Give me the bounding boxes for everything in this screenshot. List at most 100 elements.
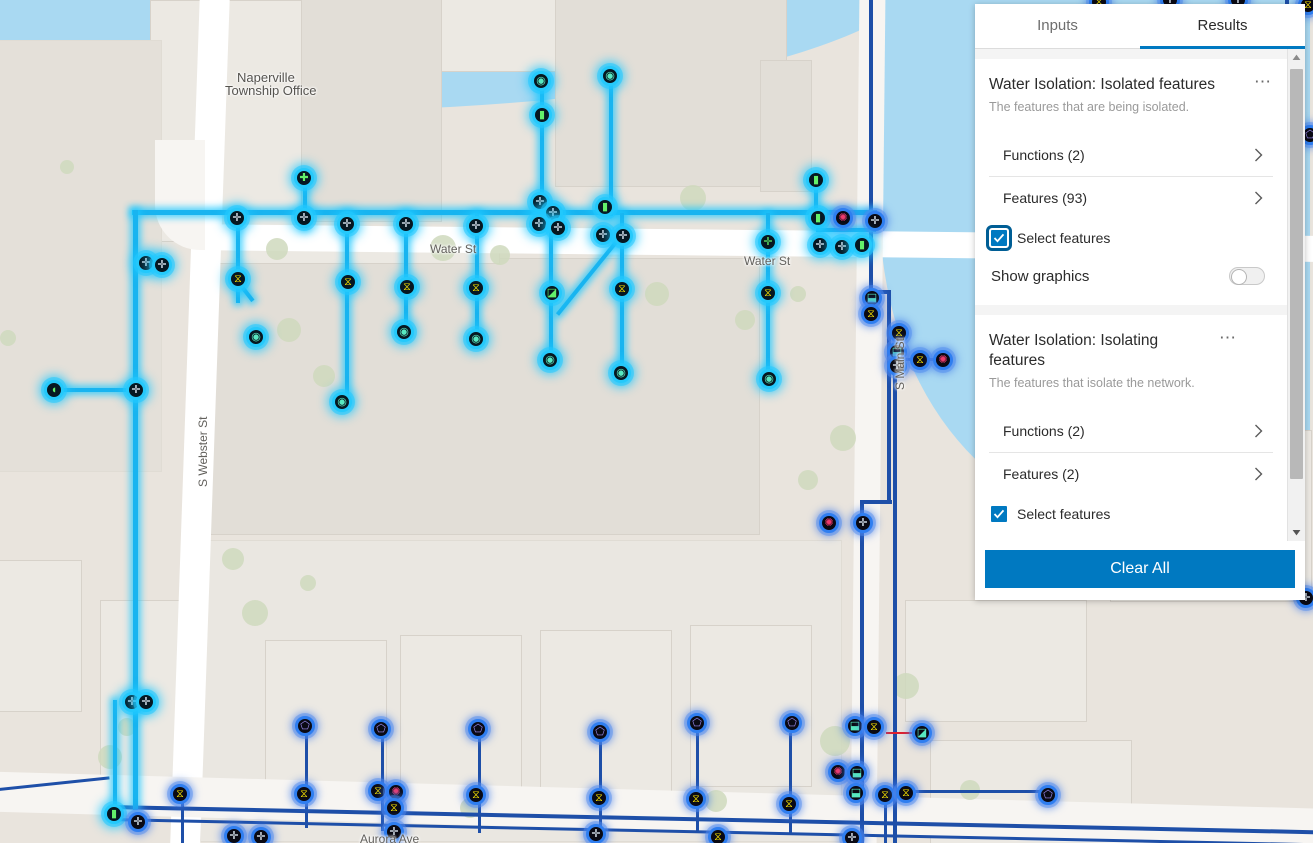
map-feature-marker[interactable]: ⧖ [686, 789, 706, 809]
map-feature-marker[interactable]: ✛ [613, 226, 633, 246]
map-feature-marker[interactable]: ⬓ [846, 783, 866, 803]
map-feature-marker[interactable]: ◉ [759, 369, 779, 389]
map-feature-marker[interactable]: ◖ [44, 380, 64, 400]
map-feature-marker[interactable]: ◉ [246, 327, 266, 347]
map-feature-marker[interactable]: ◉ [540, 350, 560, 370]
map-feature-marker[interactable]: ⬠ [468, 719, 488, 739]
map-feature-marker[interactable]: ⧖ [910, 350, 930, 370]
map-feature-marker[interactable]: ✛ [586, 824, 606, 843]
row-label: Features (2) [1003, 466, 1080, 483]
map-feature-marker[interactable]: ✛ [810, 235, 830, 255]
map-feature-marker[interactable]: ✛ [152, 255, 172, 275]
scroll-down-arrow-icon[interactable] [1288, 524, 1305, 541]
select-features-checkbox[interactable] [991, 506, 1007, 523]
map-feature-marker[interactable]: ⧖ [338, 272, 358, 292]
map-feature-marker[interactable]: ✚ [294, 168, 314, 188]
row-functions[interactable]: Functions (2) [989, 410, 1273, 452]
ellipsis-icon[interactable]: ⋯ [1247, 73, 1273, 95]
map-feature-marker[interactable]: ⧖ [861, 304, 881, 324]
map-feature-marker[interactable]: ✛ [128, 812, 148, 832]
map-feature-marker[interactable]: ✺ [933, 350, 953, 370]
map-feature-marker[interactable]: ◪ [542, 283, 562, 303]
map-feature-marker[interactable]: ⧖ [466, 785, 486, 805]
map-feature-marker[interactable]: ✺ [819, 513, 839, 533]
map-feature-marker[interactable]: ◉ [394, 322, 414, 342]
map-feature-marker[interactable]: ▮ [104, 804, 124, 824]
map-feature-marker[interactable]: ✛ [758, 232, 778, 252]
map-feature-marker[interactable]: ⧖ [896, 783, 916, 803]
map-feature-marker[interactable]: ⬠ [782, 713, 802, 733]
map-feature-marker[interactable]: ⧖ [170, 784, 190, 804]
panel-scrollbar[interactable] [1287, 49, 1305, 541]
map-feature-marker[interactable]: ▮ [595, 197, 615, 217]
map-feature-marker[interactable]: ▮ [852, 235, 872, 255]
select-features-label: Select features [1017, 506, 1111, 523]
map-feature-marker[interactable]: ⬠ [687, 713, 707, 733]
map-feature-marker[interactable]: ✛ [842, 828, 862, 843]
map-feature-marker[interactable]: ⧖ [368, 781, 388, 801]
tree-icon [313, 365, 335, 387]
map-feature-marker[interactable]: ✛ [396, 214, 416, 234]
map-feature-marker[interactable]: ⬠ [371, 719, 391, 739]
map-feature-marker[interactable]: ✛ [529, 214, 549, 234]
map-feature-marker[interactable]: ⧖ [779, 794, 799, 814]
map-feature-marker[interactable]: ◉ [531, 71, 551, 91]
clear-all-button[interactable]: Clear All [985, 550, 1295, 588]
map-feature-marker[interactable]: ✛ [337, 214, 357, 234]
map-feature-marker[interactable]: ⬠ [295, 716, 315, 736]
map-feature-marker[interactable]: ⧖ [589, 788, 609, 808]
map-feature-marker[interactable]: ⧖ [875, 785, 895, 805]
map-feature-marker[interactable]: ▮ [806, 170, 826, 190]
map-feature-marker[interactable]: ✛ [251, 827, 271, 843]
map-feature-marker[interactable]: ◪ [912, 723, 932, 743]
map-feature-marker[interactable]: ⧖ [384, 798, 404, 818]
map-feature-marker[interactable]: ⧖ [294, 784, 314, 804]
ellipsis-icon[interactable]: ⋯ [1212, 329, 1238, 351]
map-feature-marker[interactable]: ⧖ [864, 717, 884, 737]
map-feature-marker[interactable]: ✛ [853, 513, 873, 533]
map-feature-marker[interactable]: ◉ [466, 329, 486, 349]
tree-icon [277, 318, 301, 342]
select-features-checkbox[interactable] [986, 225, 1012, 252]
scroll-up-arrow-icon[interactable] [1288, 49, 1305, 66]
map-feature-marker[interactable]: ✛ [136, 692, 156, 712]
map-feature-marker[interactable]: ◉ [611, 363, 631, 383]
map-feature-marker[interactable]: ✛ [832, 237, 852, 257]
map-feature-marker[interactable]: ⬓ [847, 763, 867, 783]
map-feature-marker[interactable]: ✛ [466, 216, 486, 236]
map-feature-marker[interactable]: ✛ [865, 211, 885, 231]
tree-icon [830, 425, 856, 451]
row-features[interactable]: Features (2) [989, 452, 1273, 495]
map-feature-marker[interactable]: ▮ [808, 208, 828, 228]
map-feature-marker[interactable]: ⧖ [708, 827, 728, 843]
map-feature-marker[interactable]: ✛ [294, 208, 314, 228]
map-feature-marker[interactable]: ⬠ [1038, 785, 1058, 805]
map-feature-marker[interactable]: ⧖ [397, 277, 417, 297]
row-functions[interactable]: Functions (2) [989, 134, 1273, 176]
map-feature-marker[interactable]: ✛ [126, 380, 146, 400]
map-feature-marker[interactable]: ⬓ [845, 716, 865, 736]
row-features[interactable]: Features (93) [989, 176, 1273, 219]
map-feature-marker[interactable]: ✺ [828, 762, 848, 782]
pipe-service [789, 733, 792, 833]
tab-results[interactable]: Results [1140, 4, 1305, 49]
chevron-right-icon [1254, 424, 1271, 438]
map-feature-marker[interactable]: ◉ [600, 66, 620, 86]
map-feature-marker[interactable]: ⧖ [228, 269, 248, 289]
tree-icon [645, 282, 669, 306]
map-feature-marker[interactable]: ✛ [593, 225, 613, 245]
tree-icon [705, 790, 727, 812]
map-feature-marker[interactable]: ⬠ [590, 722, 610, 742]
show-graphics-toggle[interactable] [1229, 267, 1265, 286]
map-feature-marker[interactable]: ◉ [332, 392, 352, 412]
tab-inputs[interactable]: Inputs [975, 4, 1140, 49]
map-feature-marker[interactable]: ⧖ [758, 283, 778, 303]
map-feature-marker[interactable]: ⧖ [612, 279, 632, 299]
map-feature-marker[interactable]: ⧖ [466, 278, 486, 298]
map-feature-marker[interactable]: ✛ [227, 208, 247, 228]
map-feature-marker[interactable]: ✛ [548, 218, 568, 238]
map-feature-marker[interactable]: ▮ [532, 105, 552, 125]
scrollbar-thumb[interactable] [1290, 69, 1303, 479]
map-feature-marker[interactable]: ✛ [224, 826, 244, 843]
map-feature-marker[interactable]: ✺ [833, 208, 853, 228]
